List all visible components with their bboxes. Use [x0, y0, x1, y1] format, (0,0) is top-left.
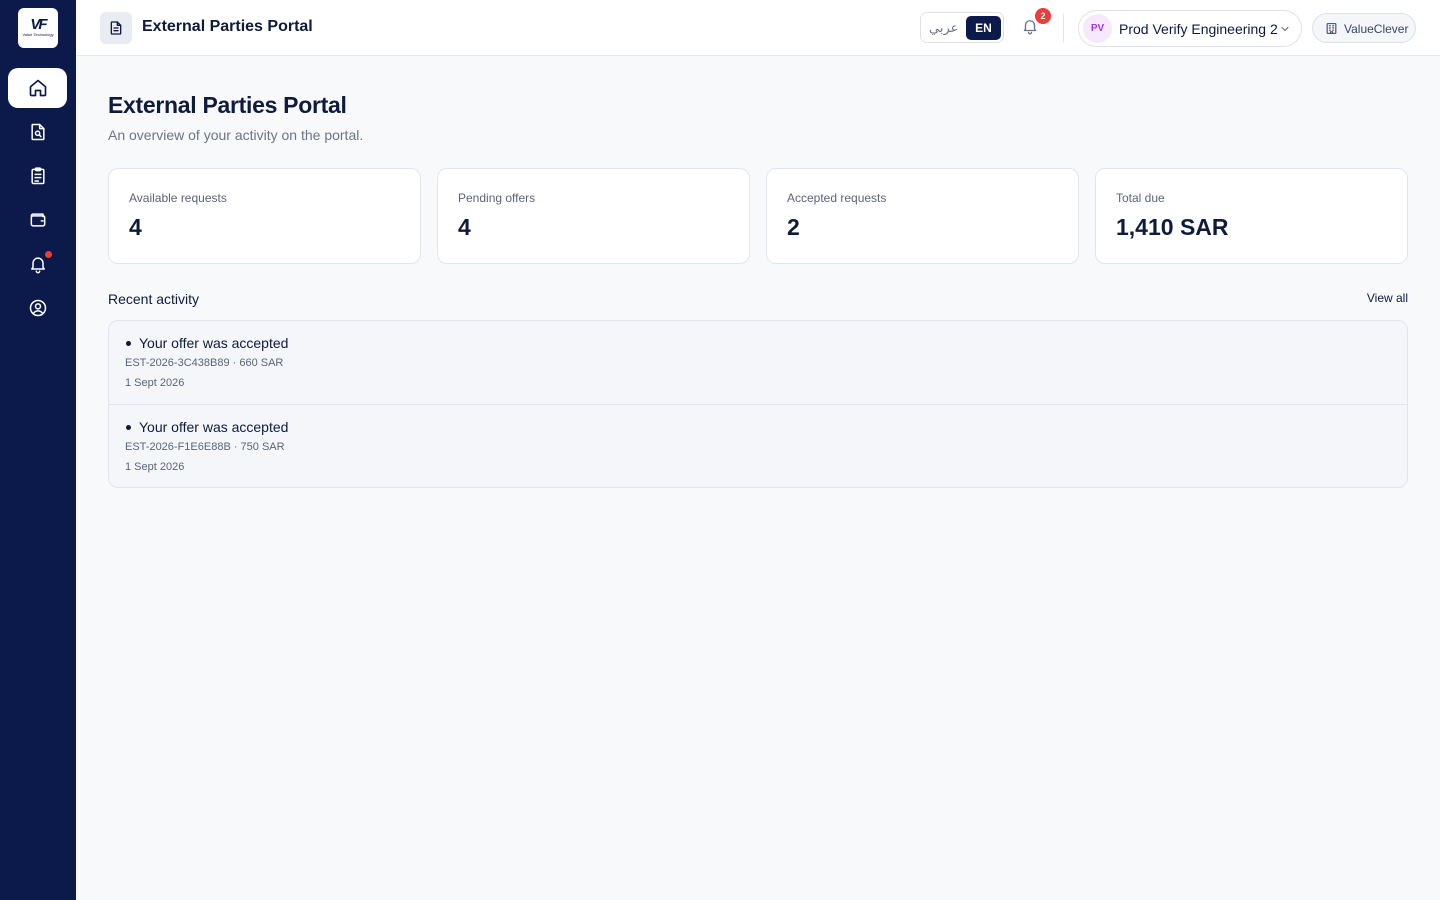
sidebar-item-wallet[interactable]: [8, 200, 67, 240]
list-item[interactable]: Your offer was accepted EST-2026-3C438B8…: [109, 321, 1407, 404]
user-name: Prod Verify Engineering 2: [1119, 21, 1278, 37]
notification-dot: [45, 251, 52, 258]
document-search-icon: [30, 123, 45, 141]
bell-icon: [30, 257, 45, 274]
page-icon: [100, 12, 132, 44]
stat-card-accepted-requests: Accepted requests 2: [766, 168, 1079, 264]
sidebar: VF Value Technology: [0, 0, 76, 900]
header-title: External Parties Portal: [142, 18, 313, 35]
page-title: External Parties Portal: [108, 92, 347, 118]
brand-logo[interactable]: VF Value Technology: [18, 8, 58, 48]
stat-label: Available requests: [129, 191, 227, 205]
stat-value: 4: [458, 214, 471, 240]
stat-label: Pending offers: [458, 191, 536, 205]
sidebar-item-profile[interactable]: [8, 288, 67, 328]
sidebar-item-document-search[interactable]: [8, 112, 67, 152]
activity-date: 1 Sept 2026: [125, 461, 185, 473]
stat-value: 1,410 SAR: [1116, 214, 1229, 240]
stat-card-available-requests: Available requests 4: [108, 168, 421, 264]
activity-reference: EST-2026-F1E6E88B · 750 SAR: [125, 441, 285, 453]
header-divider: [1063, 14, 1064, 42]
notification-count-badge: 2: [1035, 8, 1051, 24]
list-item[interactable]: Your offer was accepted EST-2026-F1E6E88…: [109, 404, 1407, 487]
document-icon: [110, 21, 122, 35]
recent-activity-list: Your offer was accepted EST-2026-3C438B8…: [108, 320, 1408, 488]
view-all-link[interactable]: View all: [1367, 291, 1408, 305]
logo-mark: VF: [30, 16, 47, 33]
home-icon: [29, 79, 46, 97]
language-option-english[interactable]: EN: [966, 16, 1001, 40]
sidebar-item-clipboard[interactable]: [8, 156, 67, 196]
top-bar: External Parties Portal عربي EN 2 PV Pro…: [76, 0, 1440, 56]
bullet-icon: [126, 425, 131, 430]
stat-card-total-due: Total due 1,410 SAR: [1095, 168, 1408, 264]
activity-title: Your offer was accepted: [139, 419, 289, 435]
recent-activity-title: Recent activity: [108, 291, 200, 307]
activity-reference: EST-2026-3C438B89 · 660 SAR: [125, 357, 284, 369]
stat-value: 4: [129, 214, 142, 240]
language-switch: عربي EN: [920, 12, 1004, 43]
stat-label: Total due: [1116, 191, 1165, 205]
sidebar-item-home[interactable]: [8, 68, 67, 108]
sidebar-item-notifications[interactable]: [8, 244, 67, 284]
logo-text: Value Technology: [22, 32, 54, 37]
avatar: PV: [1083, 14, 1112, 43]
chevron-down-icon: [1281, 26, 1289, 32]
building-icon: [1326, 23, 1337, 34]
wallet-icon: [30, 213, 45, 227]
user-circle-icon: [29, 299, 46, 317]
activity-date: 1 Sept 2026: [125, 377, 185, 389]
organization-name: ValueClever: [1344, 22, 1409, 36]
stat-value: 2: [787, 214, 800, 240]
language-option-arabic[interactable]: عربي: [929, 20, 958, 36]
activity-title: Your offer was accepted: [139, 335, 289, 351]
stat-label: Accepted requests: [787, 191, 887, 205]
bullet-icon: [126, 341, 131, 346]
organization-button[interactable]: ValueClever: [1312, 13, 1416, 43]
stat-card-pending-offers: Pending offers 4: [437, 168, 750, 264]
page-subtitle: An overview of your activity on the port…: [108, 127, 364, 143]
main-content: External Parties Portal An overview of y…: [76, 56, 1440, 900]
user-menu-button[interactable]: PV Prod Verify Engineering 2: [1078, 10, 1302, 47]
clipboard-icon: [30, 167, 45, 185]
